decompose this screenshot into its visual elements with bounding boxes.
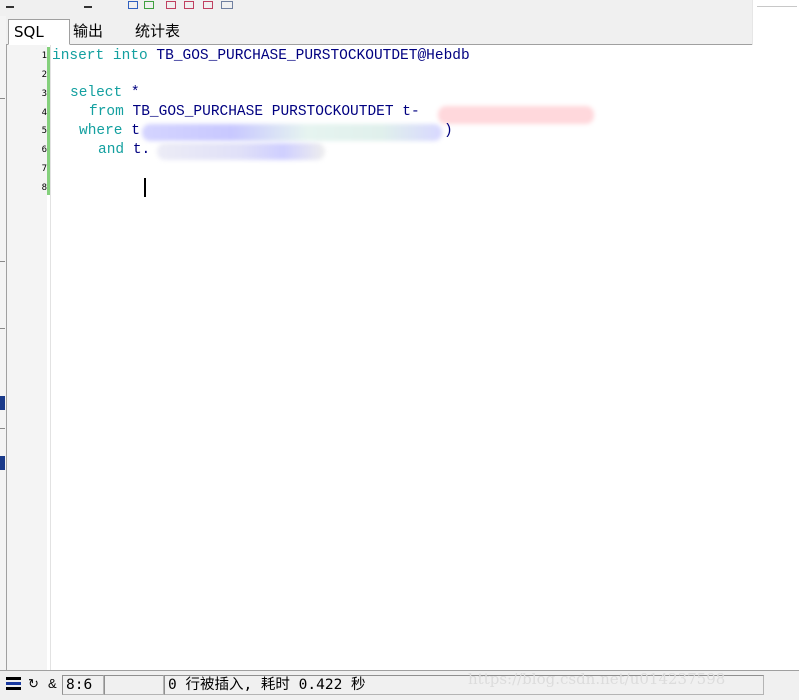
line-number: 3 (41, 89, 47, 99)
gutter-separator (50, 45, 51, 670)
tab-statistics[interactable]: 统计表 (130, 19, 188, 43)
identifier: t (131, 123, 140, 139)
line-number: 8 (41, 183, 47, 193)
link-icon[interactable]: & (48, 676, 57, 692)
toolbar-icon[interactable] (184, 1, 194, 9)
keyword: and (98, 142, 125, 158)
tab-sql[interactable]: SQL (8, 19, 70, 45)
toolbar-icon[interactable] (144, 1, 154, 9)
right-panel (752, 0, 799, 670)
divider (757, 6, 797, 7)
sql-editor[interactable]: 1 2 3 4 5 6 7 8 insert into TB_GOS_PURCH… (6, 45, 753, 670)
toolbar-icon[interactable] (166, 1, 176, 9)
code-line-5-tail: ) (444, 123, 453, 139)
line-number: 2 (41, 70, 47, 80)
toolbar-icon[interactable] (221, 1, 233, 9)
line-number: 4 (41, 108, 47, 118)
refresh-icon[interactable]: ↻ (28, 676, 39, 692)
redacted-comment (438, 106, 594, 124)
identifier: t. (132, 142, 151, 158)
code-line-6[interactable]: and t. (98, 141, 150, 160)
toolbar (0, 0, 752, 17)
keyword: where (79, 123, 123, 139)
status-panel (104, 675, 164, 695)
tab-output[interactable]: 输出 (72, 19, 128, 43)
line-number: 5 (41, 126, 47, 136)
toolbar-icon[interactable] (128, 1, 138, 9)
code-line-4[interactable]: from TB_GOS_PURCHASE PURSTOCKOUTDET t- (89, 103, 420, 122)
text-caret (144, 178, 146, 197)
toolbar-icon[interactable] (203, 1, 213, 9)
identifier: TB_GOS_PURCHASE PURSTOCKOUTDET t- (132, 104, 420, 120)
identifier: * (130, 85, 140, 101)
line-number: 6 (41, 145, 47, 155)
code-line-5[interactable]: where t (79, 122, 140, 141)
status-message: 0 行被插入, 耗时 0.422 秒 (168, 677, 366, 693)
redacted-condition (142, 124, 442, 141)
menu-icon[interactable] (6, 677, 21, 680)
watermark: https://blog.csdn.net/u014237598 (468, 670, 726, 688)
identifier: TB_GOS_PURCHASE_PURSTOCKOUTDET@Hebdb (156, 48, 470, 64)
code-line-1[interactable]: insert into TB_GOS_PURCHASE_PURSTOCKOUTD… (52, 47, 470, 66)
toolbar-icon[interactable] (84, 6, 92, 8)
keyword: insert into (52, 48, 148, 64)
code-area[interactable]: insert into TB_GOS_PURCHASE_PURSTOCKOUTD… (52, 45, 753, 670)
line-number-gutter: 1 2 3 4 5 6 7 8 (7, 45, 47, 670)
toolbar-icon[interactable] (6, 6, 14, 8)
code-line-3[interactable]: select * (70, 84, 140, 103)
tab-bar: SQL 输出 统计表 (6, 16, 752, 45)
redacted-condition (157, 143, 325, 160)
line-number: 1 (41, 51, 47, 61)
keyword: from (89, 104, 124, 120)
keyword: select (70, 85, 123, 101)
cursor-position: 8:6 (66, 677, 93, 693)
line-number: 7 (41, 164, 47, 174)
